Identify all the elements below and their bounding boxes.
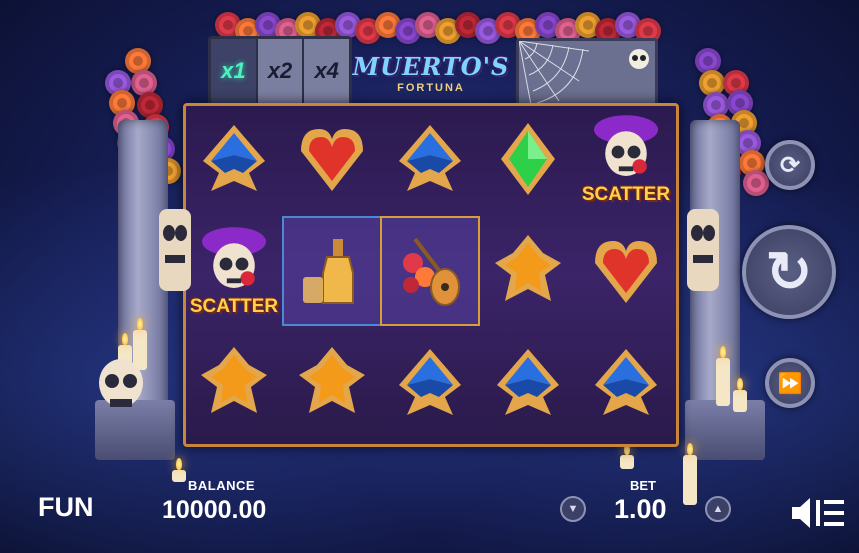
autoplay-icon: ⟳ [779,151,801,179]
multiplier-x4: x4 [304,39,350,103]
rose-icon [743,170,769,196]
spin-icon: ↻ [765,240,813,303]
scatter-label: SCATTER [189,296,279,317]
reel-cell: SCATTER [186,218,282,324]
reel-cell [480,218,576,324]
multiplier-x1: x1 [211,39,258,103]
multiplier-x2: x2 [257,39,305,103]
reel-grid: SCATTER SCATTER [186,106,676,444]
multiplier-panel: x1 x2 x4 [208,36,352,106]
skull-icon [629,49,649,69]
orange-club-icon [299,347,365,413]
reel-cell [578,218,674,324]
reel-cell [282,216,382,326]
chevron-down-icon: ▼ [567,503,579,515]
game-stage: x1 x2 x4 MUERTO'S FORTUNA SCATTER SCATTER [0,0,859,553]
logo-subtitle: FORTUNA [397,82,465,94]
red-heart-icon [595,241,657,303]
menu-sound-icon [792,498,844,528]
reel-cell [480,330,576,436]
tequila-bottle-icon [303,239,354,304]
balance-value: 10000.00 [162,496,267,524]
blue-spade-icon [399,125,461,191]
turbo-button[interactable]: ⏩ [765,358,815,408]
blue-spade-icon [595,349,657,415]
menu-sound-button[interactable] [790,494,846,532]
mode-label: FUN [38,492,94,522]
scatter-skull-icon [202,227,266,288]
orange-club-icon [495,235,561,301]
reel-cell [382,106,478,212]
bet-value: 1.00 [614,494,667,524]
chevron-up-icon: ▲ [712,503,724,515]
logo-title: MUERTO'S [352,52,510,81]
scatter-skull-icon [594,115,658,176]
reel-cell [284,330,380,436]
cobweb-icon [518,40,649,106]
blue-spade-icon [497,349,559,415]
turbo-icon: ⏩ [777,372,803,395]
reel-cell [186,106,282,212]
right-skull-totem-icon [687,209,719,291]
bet-increase-button[interactable]: ▲ [705,496,731,522]
reel-cell [578,330,674,436]
reel-area: SCATTER SCATTER [183,103,679,447]
scatter-label: SCATTER [581,184,671,205]
reel-cell [284,106,380,212]
reel-cell [480,106,576,212]
reel-cell [380,216,480,326]
red-heart-icon [301,129,363,191]
bet-decrease-button[interactable]: ▼ [560,496,586,522]
left-skull-totem-icon [159,209,191,291]
blue-spade-icon [203,125,265,191]
guitar-roses-icon [403,237,460,306]
autoplay-button[interactable]: ⟳ [765,140,815,190]
game-logo: MUERTO'S FORTUNA [352,48,510,108]
reel-cell: SCATTER [578,106,674,212]
blue-spade-icon [399,349,461,415]
reel-cell [186,330,282,436]
candle [733,378,747,412]
candle [716,346,730,406]
bet-label: BET [630,478,656,493]
orange-club-icon [201,347,267,413]
reel-cell [382,330,478,436]
spin-button[interactable]: ↻ [742,225,836,319]
candle [620,443,634,469]
green-diamond-icon [501,123,555,195]
cobweb-panel [516,38,658,108]
balance-label: BALANCE [188,478,256,493]
right-altar-base [685,400,765,460]
skull-decoration-icon [99,359,143,407]
